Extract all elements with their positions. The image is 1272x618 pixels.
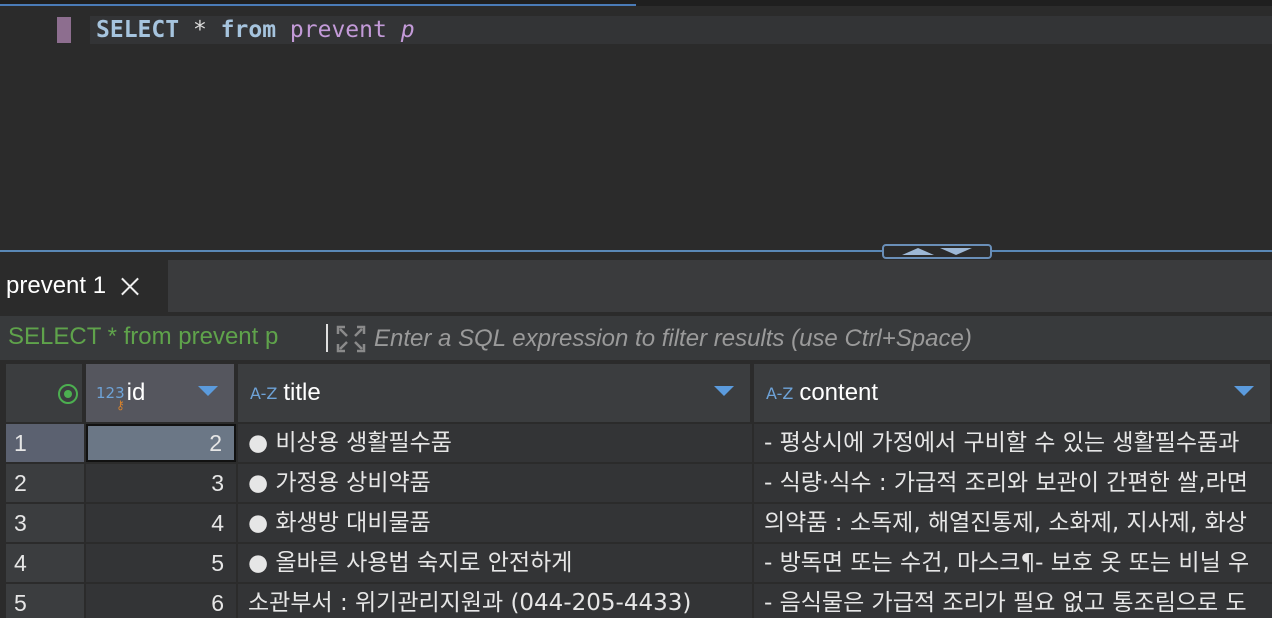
cell-content[interactable]: - 식량·식수 : 가급적 조리와 보관이 간편한 쌀,라면: [754, 464, 1272, 502]
filter-input[interactable]: Enter a SQL expression to filter results…: [374, 325, 972, 353]
cell-content[interactable]: - 평상시에 가정에서 구비할 수 있는 생활필수품과: [754, 424, 1272, 462]
editor-results-splitter[interactable]: [0, 250, 1272, 252]
select-all-rows-icon[interactable]: [58, 384, 78, 404]
row-number-header[interactable]: [6, 364, 84, 422]
active-editor-tab-indicator: [0, 0, 636, 6]
column-menu-arrow-icon[interactable]: [198, 386, 218, 396]
sql-table-name: prevent: [289, 17, 387, 43]
cell-title[interactable]: ● 가정용 상비약품: [238, 464, 752, 502]
text-type-icon: A-Z: [766, 383, 794, 403]
column-header-title[interactable]: A-Z title: [238, 364, 752, 422]
cell-title[interactable]: ● 비상용 생활필수품: [238, 424, 752, 462]
tab-label: prevent 1: [6, 272, 107, 299]
active-filter-query[interactable]: SELECT * from prevent p: [8, 323, 278, 351]
table-row[interactable]: 2 3 ● 가정용 상비약품 - 식량·식수 : 가급적 조리와 보관이 간편한…: [6, 464, 1272, 504]
sql-keyword-select: SELECT: [96, 17, 180, 43]
row-number[interactable]: 1: [6, 424, 84, 462]
sql-keyword-from: from: [220, 17, 277, 43]
cell-id[interactable]: 6: [86, 584, 236, 618]
table-row[interactable]: 3 4 ● 화생방 대비물품 의약품 : 소독제, 해열진통제, 소화제, 지사…: [6, 504, 1272, 544]
cell-id[interactable]: 4: [86, 504, 236, 542]
row-number[interactable]: 5: [6, 584, 84, 618]
sql-star: *: [192, 17, 207, 43]
column-menu-arrow-icon[interactable]: [1234, 386, 1254, 396]
text-caret: [326, 324, 328, 352]
primary-key-icon: ⚷: [116, 398, 125, 412]
column-name-id: id: [126, 379, 146, 406]
sql-table-alias: p: [400, 17, 415, 43]
sql-query-line[interactable]: SELECT * from prevent p: [96, 16, 415, 44]
splitter-toggle-button[interactable]: [882, 244, 992, 259]
results-tab-bar: prevent 1: [0, 260, 1272, 312]
cell-content[interactable]: - 음식물은 가급적 조리가 필요 없고 통조림으로 도: [754, 584, 1272, 618]
cell-title[interactable]: ● 화생방 대비물품: [238, 504, 752, 542]
cell-content[interactable]: - 방독면 또는 수건, 마스크¶- 보호 옷 또는 비닐 우: [754, 544, 1272, 582]
results-filter-bar: SELECT * from prevent p Enter a SQL expr…: [0, 316, 1272, 360]
text-type-icon: A-Z: [250, 383, 278, 403]
restore-down-icon[interactable]: [940, 248, 972, 255]
tab-results-prevent-1[interactable]: prevent 1: [0, 260, 168, 312]
table-row[interactable]: 4 5 ● 올바른 사용법 숙지로 안전하게 - 방독면 또는 수건, 마스크¶…: [6, 544, 1272, 584]
table-row[interactable]: 1 2 ● 비상용 생활필수품 - 평상시에 가정에서 구비할 수 있는 생활필…: [6, 424, 1272, 464]
column-name-title: title: [283, 379, 321, 406]
numeric-type-icon: 123 ⚷: [96, 384, 125, 412]
column-name-content: content: [799, 379, 879, 406]
row-number[interactable]: 3: [6, 504, 84, 542]
column-header-content[interactable]: A-Z content: [754, 364, 1272, 422]
row-number[interactable]: 2: [6, 464, 84, 502]
expand-filter-icon[interactable]: [336, 325, 366, 353]
row-number[interactable]: 4: [6, 544, 84, 582]
current-query-marker: [57, 17, 71, 43]
results-grid: 123 ⚷ id A-Z title A-Z content 1 2 ● 비상용 …: [0, 364, 1272, 618]
cell-title[interactable]: 소관부서 : 위기관리지원과 (044-205-4433): [238, 584, 752, 618]
table-row[interactable]: 5 6 소관부서 : 위기관리지원과 (044-205-4433) - 음식물은…: [6, 584, 1272, 618]
column-header-id[interactable]: 123 ⚷ id: [86, 364, 236, 422]
maximize-up-icon[interactable]: [902, 248, 934, 255]
sql-editor[interactable]: SELECT * from prevent p: [0, 0, 1272, 252]
close-icon[interactable]: [120, 276, 140, 296]
column-menu-arrow-icon[interactable]: [714, 386, 734, 396]
cell-title[interactable]: ● 올바른 사용법 숙지로 안전하게: [238, 544, 752, 582]
cell-content[interactable]: 의약품 : 소독제, 해열진통제, 소화제, 지사제, 화상: [754, 504, 1272, 542]
cell-id[interactable]: 5: [86, 544, 236, 582]
cell-id[interactable]: 2: [86, 424, 236, 462]
cell-id[interactable]: 3: [86, 464, 236, 502]
